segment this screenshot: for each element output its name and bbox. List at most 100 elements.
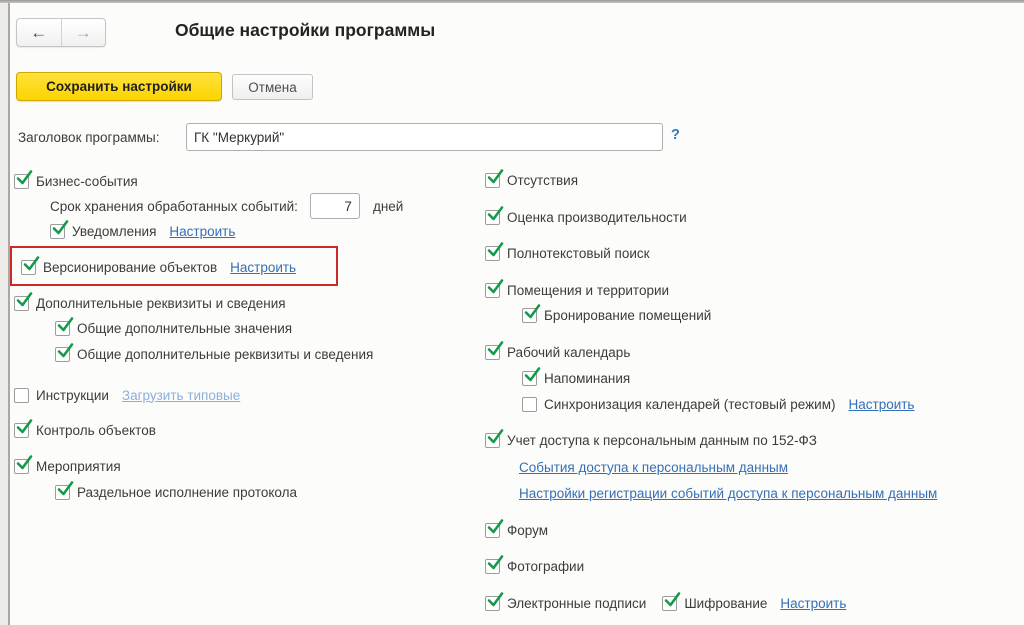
save-settings-button[interactable]: Сохранить настройки xyxy=(16,72,222,101)
check-icon xyxy=(56,342,74,360)
personal-data-settings-row: Настройки регистрации событий доступа к … xyxy=(519,484,937,502)
history-nav: ← → xyxy=(16,18,106,47)
setting-notifications: Уведомления Настроить xyxy=(50,222,235,240)
check-icon xyxy=(486,205,504,223)
program-title-label: Заголовок программы: xyxy=(18,130,160,145)
checkbox[interactable] xyxy=(522,397,537,412)
check-icon xyxy=(663,591,681,609)
setting-forum: Форум xyxy=(485,521,548,539)
setting-label[interactable]: Версионирование объектов xyxy=(43,260,217,275)
check-icon xyxy=(486,518,504,536)
checkbox[interactable] xyxy=(14,296,29,311)
program-title-input[interactable] xyxy=(186,123,663,151)
checkbox[interactable] xyxy=(485,433,500,448)
setting-fulltext-search: Полнотекстовый поиск xyxy=(485,244,650,262)
checkbox[interactable] xyxy=(485,523,500,538)
checkbox[interactable] xyxy=(522,308,537,323)
checkbox[interactable] xyxy=(485,246,500,261)
setting-common-attrs: Общие дополнительные реквизиты и сведени… xyxy=(55,345,373,363)
check-icon xyxy=(486,168,504,186)
checkbox[interactable] xyxy=(485,283,500,298)
setting-protocol-split: Раздельное исполнение протокола xyxy=(55,483,297,501)
check-icon xyxy=(486,241,504,259)
configure-link[interactable]: Настроить xyxy=(169,224,235,239)
checkbox[interactable] xyxy=(14,423,29,438)
configure-link[interactable]: Настроить xyxy=(780,596,846,611)
setting-label[interactable]: Раздельное исполнение протокола xyxy=(77,485,297,500)
checkbox[interactable] xyxy=(55,321,70,336)
check-icon xyxy=(22,255,40,273)
setting-label[interactable]: Общие дополнительные реквизиты и сведени… xyxy=(77,347,373,362)
setting-label[interactable]: Контроль объектов xyxy=(36,423,156,438)
retention-label: Срок хранения обработанных событий: xyxy=(50,199,298,214)
retention-days-input[interactable] xyxy=(310,193,360,219)
setting-label[interactable]: Форум xyxy=(507,523,548,538)
checkbox[interactable] xyxy=(485,596,500,611)
setting-label[interactable]: Дополнительные реквизиты и сведения xyxy=(36,296,286,311)
checkbox[interactable] xyxy=(14,459,29,474)
setting-photos: Фотографии xyxy=(485,557,584,575)
checkbox[interactable] xyxy=(485,345,500,360)
setting-label[interactable]: Шифрование xyxy=(684,596,767,611)
setting-label[interactable]: Напоминания xyxy=(544,371,630,386)
setting-label[interactable]: Рабочий календарь xyxy=(507,345,630,360)
setting-object-control: Контроль объектов xyxy=(14,421,156,439)
check-icon xyxy=(56,316,74,334)
setting-reminders: Напоминания xyxy=(522,369,630,387)
setting-label[interactable]: Фотографии xyxy=(507,559,584,574)
setting-signatures-encryption: Электронные подписи Шифрование Настроить xyxy=(485,594,846,612)
check-icon xyxy=(486,591,504,609)
checkbox[interactable] xyxy=(485,559,500,574)
cancel-button[interactable]: Отмена xyxy=(232,74,313,100)
personal-data-events-link[interactable]: События доступа к персональным данным xyxy=(519,460,788,475)
check-icon xyxy=(15,418,33,436)
check-icon xyxy=(15,169,33,187)
setting-label[interactable]: Полнотекстовый поиск xyxy=(507,246,650,261)
checkbox[interactable] xyxy=(50,224,65,239)
setting-common-values: Общие дополнительные значения xyxy=(55,319,292,337)
setting-events: Мероприятия xyxy=(14,457,121,475)
setting-label[interactable]: Бизнес-события xyxy=(36,174,138,189)
personal-data-events-row: События доступа к персональным данным xyxy=(519,458,788,476)
configure-link[interactable]: Настроить xyxy=(230,260,296,275)
setting-label[interactable]: Синхронизация календарей (тестовый режим… xyxy=(544,397,836,412)
checkbox[interactable] xyxy=(14,174,29,189)
setting-performance: Оценка производительности xyxy=(485,208,687,226)
personal-data-settings-link[interactable]: Настройки регистрации событий доступа к … xyxy=(519,486,937,501)
checkbox[interactable] xyxy=(55,347,70,362)
window-top-border xyxy=(0,0,1024,3)
check-icon xyxy=(486,278,504,296)
load-default-link[interactable]: Загрузить типовые xyxy=(122,388,240,403)
configure-link[interactable]: Настроить xyxy=(849,397,915,412)
back-button[interactable]: ← xyxy=(17,19,62,46)
setting-retention: Срок хранения обработанных событий: дней xyxy=(50,193,403,219)
help-icon[interactable]: ? xyxy=(671,127,680,143)
check-icon xyxy=(486,428,504,446)
setting-label[interactable]: Оценка производительности xyxy=(507,210,687,225)
check-icon xyxy=(486,554,504,572)
checkbox[interactable] xyxy=(485,210,500,225)
setting-calendar-sync: Синхронизация календарей (тестовый режим… xyxy=(522,395,914,413)
forward-button[interactable]: → xyxy=(62,19,106,46)
setting-versioning: Версионирование объектов Настроить xyxy=(21,258,296,276)
setting-label[interactable]: Инструкции xyxy=(36,388,109,403)
checkbox[interactable] xyxy=(21,260,36,275)
check-icon xyxy=(56,480,74,498)
setting-label[interactable]: Уведомления xyxy=(72,224,156,239)
checkbox[interactable] xyxy=(14,388,29,403)
check-icon xyxy=(523,303,541,321)
left-arrow-icon: ← xyxy=(30,23,47,43)
checkbox[interactable] xyxy=(485,173,500,188)
setting-label[interactable]: Общие дополнительные значения xyxy=(77,321,292,336)
setting-label[interactable]: Помещения и территории xyxy=(507,283,669,298)
checkbox[interactable] xyxy=(662,596,677,611)
setting-label[interactable]: Отсутствия xyxy=(507,173,578,188)
setting-label[interactable]: Электронные подписи xyxy=(507,596,646,611)
checkbox[interactable] xyxy=(522,371,537,386)
checkbox[interactable] xyxy=(55,485,70,500)
setting-label[interactable]: Бронирование помещений xyxy=(544,308,711,323)
setting-label[interactable]: Учет доступа к персональным данным по 15… xyxy=(507,433,817,448)
setting-label[interactable]: Мероприятия xyxy=(36,459,121,474)
check-icon xyxy=(15,291,33,309)
setting-additional-attrs: Дополнительные реквизиты и сведения xyxy=(14,294,286,312)
